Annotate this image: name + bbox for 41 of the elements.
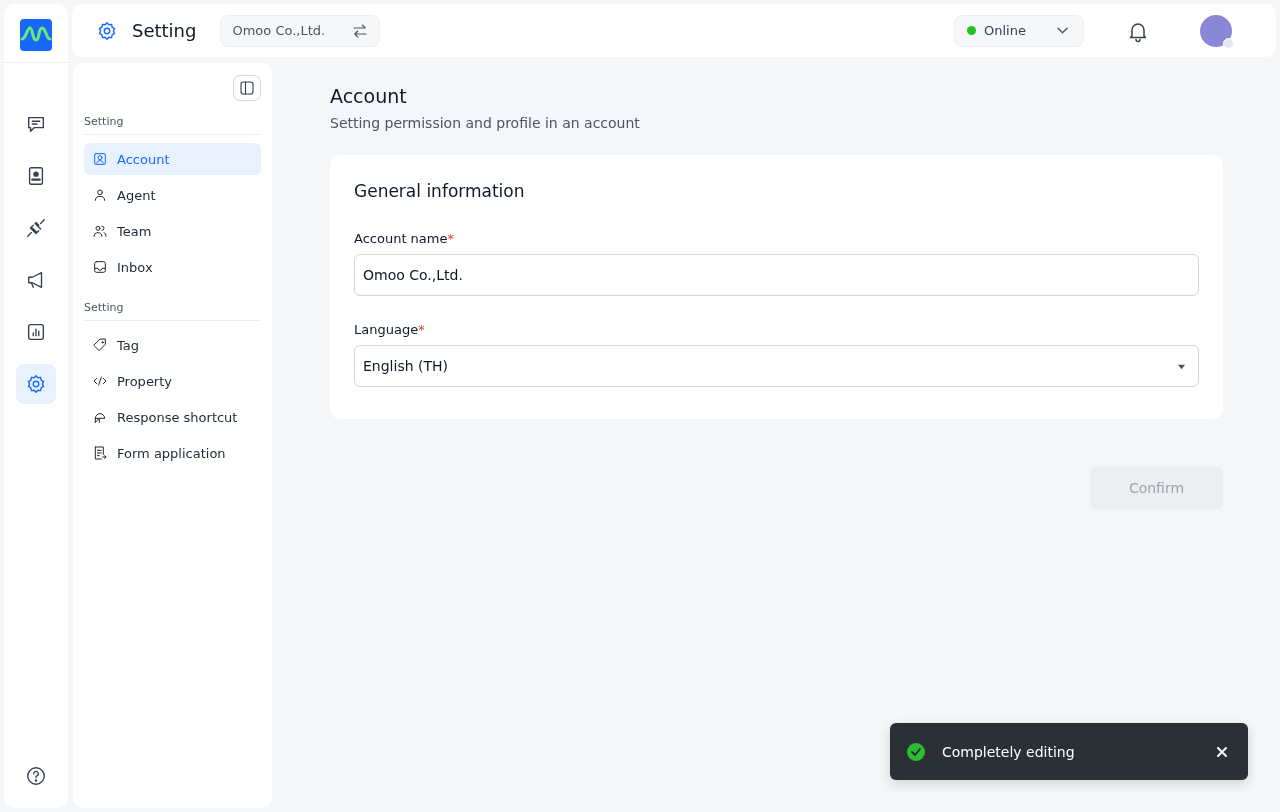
- section-title: Account: [330, 85, 408, 107]
- person-icon: [92, 187, 108, 203]
- tag-icon: [92, 337, 108, 353]
- menu-item[interactable]: Agent: [84, 179, 261, 211]
- people-icon: [92, 223, 108, 239]
- section-heading: Setting: [84, 293, 261, 321]
- card-title: General information: [354, 181, 526, 201]
- toast-message: Completely editing: [942, 743, 1076, 760]
- menu-item[interactable]: Form application: [84, 437, 261, 469]
- menu-item[interactable]: Team: [84, 215, 261, 247]
- workspace-switcher[interactable]: Omoo Co.,Ltd.: [220, 14, 381, 47]
- document-icon: [92, 445, 108, 461]
- field-label: Language*: [354, 322, 426, 337]
- user-card-icon: [92, 151, 108, 167]
- menu-item[interactable]: Response shortcut: [84, 401, 261, 433]
- settings-icon: [25, 373, 47, 395]
- bar-chart-icon: [25, 321, 47, 343]
- sidebar-panel-icon: [238, 79, 256, 97]
- language-select[interactable]: English (TH): [354, 345, 1199, 387]
- menu-item[interactable]: Account: [84, 143, 261, 175]
- success-check-icon: [906, 741, 926, 762]
- menu-item[interactable]: Tag: [84, 329, 261, 361]
- section-heading: Setting: [84, 107, 261, 135]
- account-name-input[interactable]: Omoo Co.,Ltd.: [354, 254, 1199, 296]
- page-title: Setting: [132, 20, 197, 41]
- section-subtitle: Setting permission and profile in an account: [330, 115, 641, 131]
- menu-item[interactable]: Property: [84, 365, 261, 397]
- avatar[interactable]: [1200, 14, 1232, 47]
- close-icon: [1216, 745, 1228, 758]
- chevron-down-icon: [1057, 27, 1068, 34]
- logo-icon: [20, 19, 52, 51]
- menu-item[interactable]: Inbox: [84, 251, 261, 283]
- plug-icon: [25, 217, 47, 239]
- help-icon: [25, 765, 47, 787]
- collapse-sidebar-button[interactable]: [233, 75, 261, 101]
- settings-icon: [96, 19, 118, 42]
- status-dropdown[interactable]: Online: [954, 14, 1084, 47]
- code-icon: [92, 373, 108, 389]
- inbox-tray-icon: [92, 259, 108, 275]
- nav-button[interactable]: [16, 364, 56, 404]
- field-label: Account name*: [354, 231, 455, 246]
